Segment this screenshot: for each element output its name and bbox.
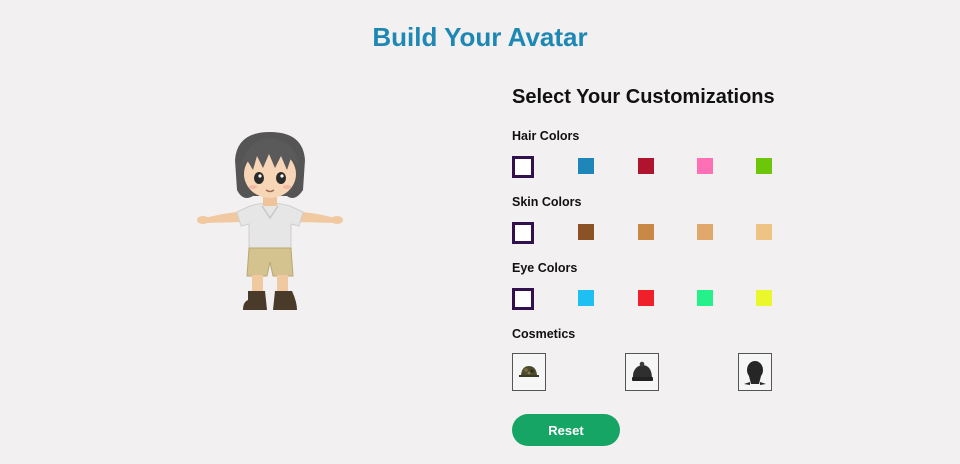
beanie-icon [632,361,653,381]
eye-colors-label: Eye Colors [512,261,578,275]
avatar-figure-icon [197,132,343,310]
hair-color-swatch-2[interactable] [578,158,594,174]
skin-color-swatch-1[interactable] [512,222,534,244]
hair-color-swatch-3[interactable] [638,158,654,174]
hair-colors-label: Hair Colors [512,129,580,143]
skin-color-swatch-3[interactable] [638,224,654,240]
reset-button[interactable]: Reset [512,414,620,446]
cosmetic-camo-cap-button[interactable] [512,353,546,391]
eyes-color-swatch-2[interactable] [578,290,594,306]
hair-color-swatch-4[interactable] [697,158,713,174]
page-title: Build Your Avatar [372,22,588,52]
hood-icon [744,361,766,385]
customization-panel: Select Your Customizations Hair Colors S… [512,86,782,446]
hair-color-swatch-5[interactable] [756,158,772,174]
hair-color-swatches [512,156,774,180]
panel-title: Select Your Customizations [512,86,775,108]
eye-color-swatches [512,288,774,312]
cosmetic-beanie-button[interactable] [625,353,659,391]
skin-color-swatch-2[interactable] [578,224,594,240]
eyes-color-swatch-5[interactable] [756,290,772,306]
avatar-preview [195,130,345,320]
hair-color-swatch-1[interactable] [512,156,534,178]
eyes-color-swatch-4[interactable] [697,290,713,306]
cosmetics-label: Cosmetics [512,327,576,341]
skin-colors-label: Skin Colors [512,195,582,209]
skin-color-swatch-4[interactable] [697,224,713,240]
skin-color-swatch-5[interactable] [756,224,772,240]
skin-color-swatches [512,222,774,246]
camo-cap-icon [519,366,539,377]
eyes-color-swatch-3[interactable] [638,290,654,306]
eyes-color-swatch-1[interactable] [512,288,534,310]
cosmetic-hood-button[interactable] [738,353,772,391]
